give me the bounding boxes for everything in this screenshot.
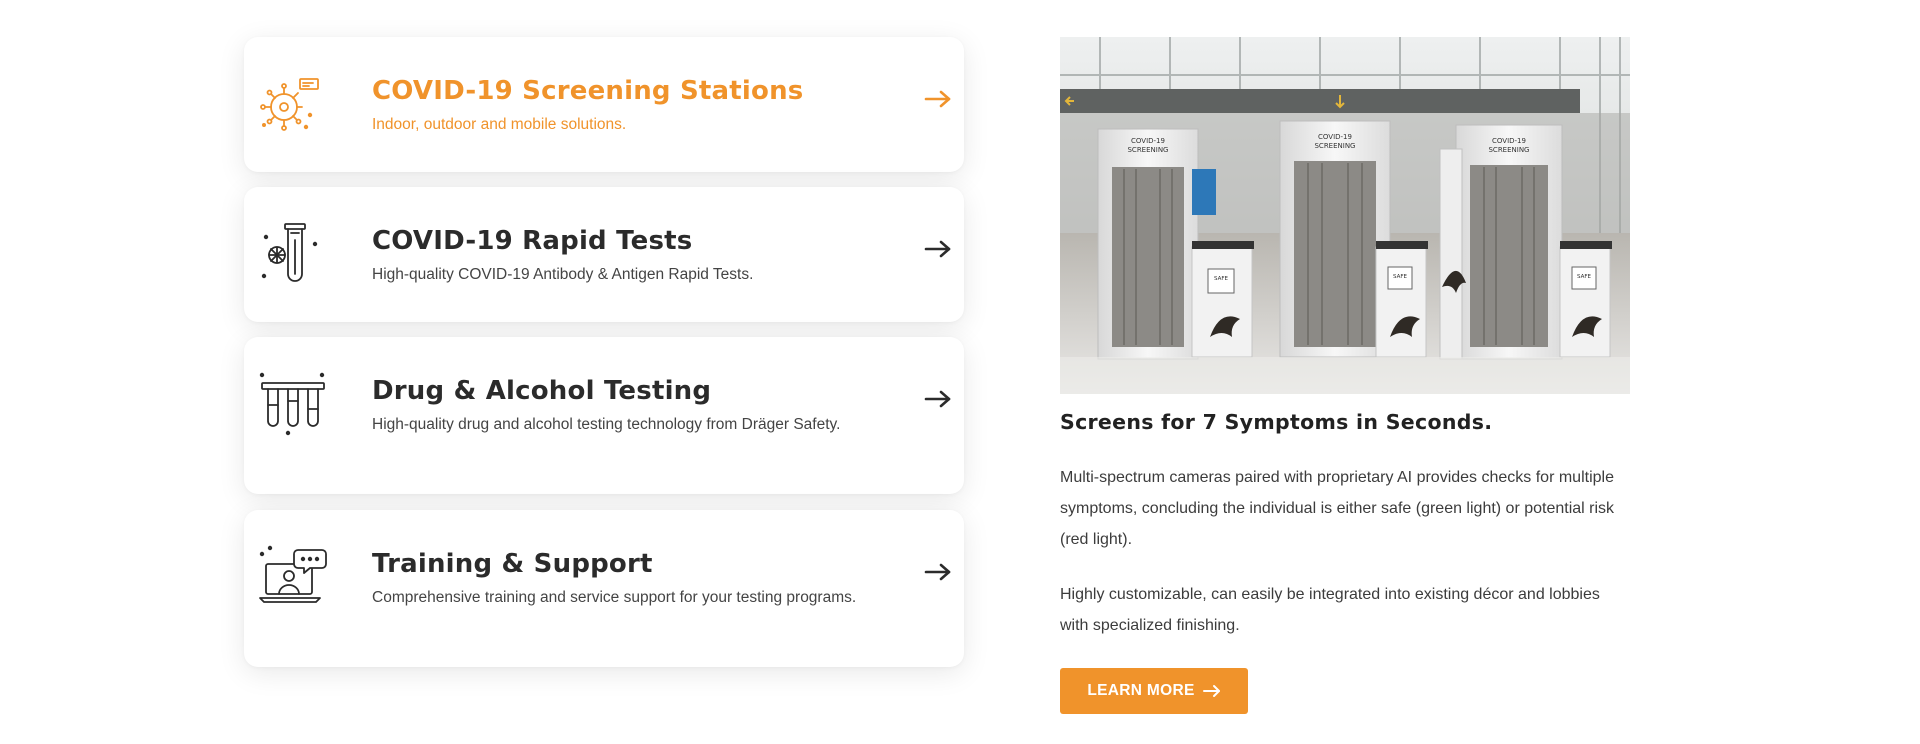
service-title: COVID-19 Rapid Tests <box>372 226 693 256</box>
service-description: Comprehensive training and service suppo… <box>372 589 857 606</box>
svg-text:SCREENING: SCREENING <box>1488 146 1529 154</box>
svg-text:COVID-19: COVID-19 <box>1492 137 1526 145</box>
laptop-chat-icon <box>259 545 327 603</box>
learn-more-label: LEARN MORE <box>1087 682 1195 699</box>
svg-text:SAFE: SAFE <box>1214 276 1229 282</box>
arrow-right-icon[interactable] <box>924 239 952 259</box>
arrow-right-icon[interactable] <box>924 562 952 582</box>
detail-headline: Screens for 7 Symptoms in Seconds. <box>1060 410 1493 434</box>
service-card-training-support[interactable]: Training & Support Comprehensive trainin… <box>244 510 964 667</box>
test-tubes-rack-icon <box>259 372 325 436</box>
arrow-right-icon <box>1202 685 1220 697</box>
detail-paragraph: Highly customizable, can easily be integ… <box>1060 586 1600 634</box>
svg-text:SAFE: SAFE <box>1577 274 1592 280</box>
svg-text:SCREENING: SCREENING <box>1127 146 1168 154</box>
svg-text:COVID-19: COVID-19 <box>1131 137 1165 145</box>
service-card-drug-alcohol[interactable]: Drug & Alcohol Testing High-quality drug… <box>244 337 964 494</box>
virus-screening-icon <box>260 78 319 131</box>
screening-stations-photo: COVID-19 SCREENING SAFE COVID-19 SCREENI… <box>1060 37 1630 394</box>
service-card-screening-stations[interactable]: COVID-19 Screening Stations Indoor, outd… <box>244 37 964 172</box>
service-description: Indoor, outdoor and mobile solutions. <box>372 116 627 133</box>
service-description: High-quality COVID-19 Antibody & Antigen… <box>372 266 754 283</box>
svg-text:SCREENING: SCREENING <box>1314 142 1355 150</box>
service-description: High-quality drug and alcohol testing te… <box>372 416 841 433</box>
service-title: COVID-19 Screening Stations <box>372 76 804 106</box>
svg-text:COVID-19: COVID-19 <box>1318 133 1352 141</box>
arrow-right-icon[interactable] <box>924 89 952 109</box>
photo-illustration: COVID-19 SCREENING SAFE COVID-19 SCREENI… <box>1060 37 1630 394</box>
service-title: Drug & Alcohol Testing <box>372 376 712 406</box>
learn-more-button[interactable]: LEARN MORE <box>1060 668 1248 714</box>
service-title: Training & Support <box>372 549 653 579</box>
detail-paragraph: Multi-spectrum cameras paired with propr… <box>1060 469 1615 548</box>
arrow-right-icon[interactable] <box>924 389 952 409</box>
svg-text:SAFE: SAFE <box>1393 274 1408 280</box>
service-card-rapid-tests[interactable]: COVID-19 Rapid Tests High-quality COVID-… <box>244 187 964 322</box>
test-tube-icon <box>261 223 318 282</box>
